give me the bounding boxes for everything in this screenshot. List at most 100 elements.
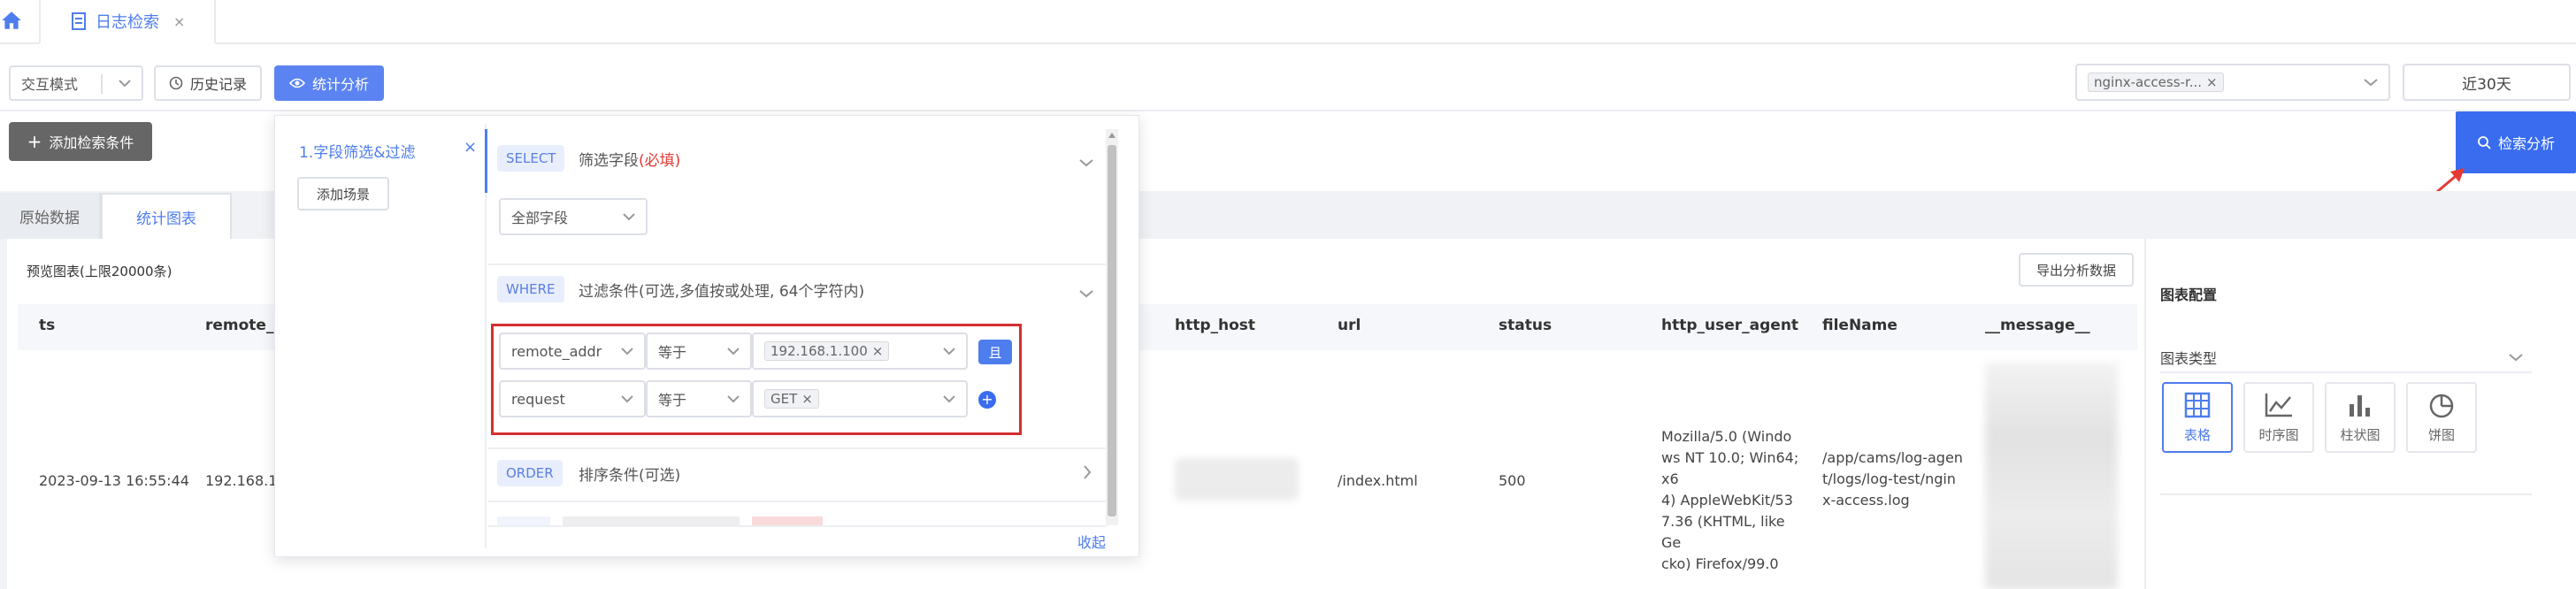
tab-chart[interactable]: 统计图表	[101, 193, 232, 239]
order-text: 排序条件(可选)	[579, 466, 681, 485]
cond2-value-chip: GET ×	[764, 389, 819, 409]
col-remote: remote_a	[205, 317, 284, 334]
cond1-value: 192.168.1.100	[770, 343, 868, 359]
chart-type-table[interactable]: 表格	[2162, 382, 2233, 453]
collapse-link[interactable]: 收起	[1077, 531, 1106, 552]
source-chip-label: nginx-access-r...	[2094, 74, 2203, 90]
tab-raw-data[interactable]: 原始数据	[0, 193, 101, 239]
stats-button[interactable]: 统计分析	[274, 65, 384, 101]
field-select[interactable]: 全部字段	[499, 198, 648, 235]
col-filename: fileName	[1822, 317, 1898, 334]
cond1-field-select[interactable]: remote_addr	[499, 333, 646, 370]
ua-line: 4) AppleWebKit/53	[1661, 492, 1793, 509]
cond2-value-select[interactable]: GET ×	[752, 380, 968, 417]
field-select-value: 全部字段	[511, 210, 569, 226]
chevron-right-icon[interactable]	[1083, 465, 1092, 483]
chevron-down-icon	[621, 347, 633, 356]
close-icon[interactable]: ×	[173, 13, 185, 30]
col-http-host: http_host	[1175, 317, 1256, 334]
divider	[101, 74, 103, 94]
cond1-value-chip: 192.168.1.100 ×	[764, 341, 890, 361]
chevron-down-icon	[621, 394, 633, 403]
section-divider	[488, 501, 1106, 502]
time-range-button[interactable]: 近30天	[2403, 64, 2571, 101]
chart-type-label-pie: 饼图	[2427, 426, 2455, 443]
order-keyword: ORDER	[497, 460, 563, 486]
close-icon[interactable]: ×	[464, 138, 477, 157]
tab-label: 日志检索	[96, 13, 159, 32]
cond1-op-select[interactable]: 等于	[646, 333, 752, 370]
cond1-op: 等于	[658, 344, 687, 361]
history-button[interactable]: 历史记录	[154, 65, 262, 101]
eye-icon	[288, 78, 305, 88]
cond1-value-select[interactable]: 192.168.1.100 ×	[752, 333, 968, 370]
document-icon	[72, 12, 86, 30]
col-user-agent: http_user_agent	[1661, 317, 1799, 334]
cell-ts: 2023-09-13 16:55:44	[39, 472, 189, 489]
chart-type-label-bar: 柱状图	[2340, 426, 2380, 443]
select-text: 筛选字段	[579, 151, 639, 170]
export-button[interactable]: 导出分析数据	[2019, 253, 2134, 287]
add-condition-button[interactable]: + 添加检索条件	[9, 122, 152, 161]
close-icon[interactable]: ×	[2206, 74, 2218, 90]
line-chart-icon	[2265, 393, 2292, 417]
ua-line: ws NT 10.0; Win64; x6	[1661, 449, 1799, 487]
toolbar-divider	[0, 110, 2576, 111]
scrollbar-thumb[interactable]	[1108, 145, 1116, 516]
add-scene-label: 添加场景	[316, 186, 370, 203]
preview-label: 预览图表(上限20000条)	[27, 264, 172, 279]
add-condition-label: 添加检索条件	[49, 134, 134, 151]
clock-icon	[169, 76, 183, 90]
col-ts: ts	[39, 317, 56, 334]
where-text: 过滤条件(可选,多值按或处理, 64个字符内)	[579, 282, 865, 301]
close-icon[interactable]: ×	[801, 391, 813, 407]
logic-label: 且	[988, 344, 1002, 361]
cell-host-blurred	[1175, 458, 1299, 501]
where-keyword: WHERE	[497, 276, 564, 302]
col-message: __message__	[1985, 317, 2090, 334]
chevron-down-icon	[623, 212, 635, 221]
home-icon[interactable]	[0, 9, 23, 35]
logic-and-button[interactable]: 且	[978, 340, 1012, 364]
source-select[interactable]: nginx-access-r... ×	[2075, 64, 2390, 101]
close-icon[interactable]: ×	[872, 343, 884, 359]
source-chip: nginx-access-r... ×	[2088, 73, 2224, 92]
cond1-field: remote_addr	[511, 342, 602, 360]
cell-message-blurred	[1985, 363, 2118, 589]
search-button[interactable]: 检索分析	[2456, 111, 2576, 173]
scroll-up-icon[interactable]	[1108, 133, 1116, 138]
ua-line: cko) Firefox/99.0	[1661, 555, 1779, 572]
add-condition-icon[interactable]: +	[978, 391, 996, 409]
chart-type-divider	[2160, 371, 2532, 373]
chevron-down-icon	[727, 394, 740, 403]
cell-user-agent: Mozilla/5.0 (Windo ws NT 10.0; Win64; x6…	[1661, 426, 1803, 575]
panel-bottom-divider	[488, 525, 1106, 527]
section-divider	[488, 264, 1106, 265]
tab-chart-label: 统计图表	[136, 210, 196, 228]
cond2-op-select[interactable]: 等于	[646, 380, 752, 417]
cond2-field-select[interactable]: request	[499, 380, 646, 417]
scene-item-active[interactable]: 1.字段筛选&过滤	[299, 140, 415, 162]
ua-line: Mozilla/5.0 (Windo	[1661, 428, 1792, 445]
mode-select[interactable]: 交互模式	[9, 65, 143, 101]
chevron-down-icon[interactable]	[1079, 154, 1093, 171]
select-title: 筛选字段 (必填)	[579, 145, 680, 172]
chart-type-bottom-divider	[2160, 493, 2532, 495]
chart-type-bar[interactable]: 柱状图	[2325, 382, 2396, 453]
clipped-section	[497, 516, 1028, 525]
history-label: 历史记录	[189, 76, 247, 93]
chart-type-timeseries[interactable]: 时序图	[2243, 382, 2314, 453]
chevron-down-icon[interactable]	[2509, 348, 2523, 365]
panel-active-marker	[485, 129, 487, 193]
chart-type-pie[interactable]: 饼图	[2406, 382, 2477, 453]
chart-config-title: 图表配置	[2160, 287, 2218, 303]
stats-label: 统计分析	[311, 76, 369, 93]
cell-status: 500	[1499, 472, 1526, 489]
add-scene-button[interactable]: 添加场景	[297, 177, 389, 210]
cond2-op: 等于	[658, 392, 687, 409]
tab-log-search[interactable]: 日志检索 ×	[39, 0, 216, 44]
chevron-down-icon	[727, 347, 740, 356]
chevron-down-icon[interactable]	[1079, 285, 1093, 302]
table-icon	[2184, 392, 2211, 417]
plus-icon: +	[27, 131, 42, 152]
